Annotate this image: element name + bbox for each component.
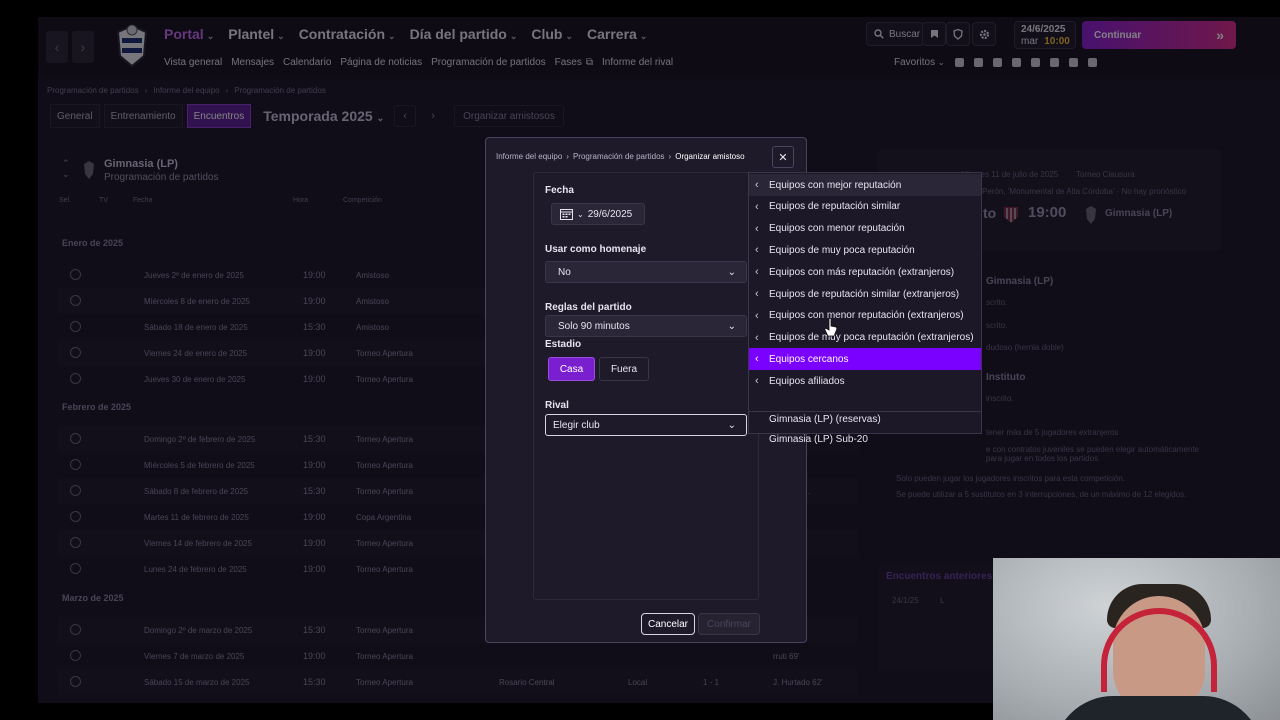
chevron-down-icon: ⌄ [727,266,736,278]
friendly-form: Fecha ⌄ 29/6/2025 Usar como homenaje No … [533,172,759,600]
dropdown-group-item[interactable]: ‹ Equipos cercanos [749,348,981,371]
chevron-down-icon: ⌄ [727,419,736,431]
dropdown-group-item[interactable]: ‹ Equipos afiliados [749,370,981,392]
estadio-label: Estadio [545,339,582,350]
breadcrumb-separator: › [566,152,569,161]
chevron-down-icon: ⌄ [727,320,736,332]
calendar-icon [560,209,573,220]
breadcrumb-separator: › [668,152,672,161]
dialog-breadcrumb-item[interactable]: Organizar amistoso [675,152,744,161]
dropdown-group-item[interactable]: ‹ Equipos con mejor reputación [749,174,981,196]
rival-label: Rival [545,400,569,411]
chevron-left-icon: ‹ [755,244,759,257]
reglas-label: Reglas del partido [545,302,632,313]
dropdown-group-item[interactable]: ‹ Equipos de reputación similar (extranje… [749,283,981,305]
chevron-left-icon: ‹ [755,288,759,300]
cancel-button[interactable]: Cancelar [641,613,695,635]
dropdown-group-item[interactable]: ‹ Equipos de reputación similar [749,196,981,218]
chevron-left-icon: ‹ [755,331,759,344]
dropdown-group-item[interactable]: ‹ Equipos con menor reputación [749,218,981,240]
chevron-left-icon: ‹ [755,266,759,279]
dropdown-group-label: Equipos de muy poca reputación (extranje… [769,332,974,344]
dialog-breadcrumb: Informe del equipo › Programación de parti… [496,152,745,161]
dropdown-group-item[interactable]: ‹ Equipos con más reputación (extranjeros… [749,261,981,283]
confirm-button[interactable]: Confirmar [698,613,760,635]
fecha-label: Fecha [545,185,574,196]
chevron-left-icon: ‹ [755,375,759,388]
chevron-left-icon: ‹ [755,222,759,235]
dropdown-group-label: Equipos de reputación similar (extranjer… [769,288,960,300]
chevron-down-icon: ⌄ [577,209,584,219]
homenaje-select[interactable]: No ⌄ [545,261,747,283]
homenaje-value: No [558,266,571,278]
dropdown-club-item[interactable]: Gimnasia (LP) (reservas) [769,414,881,425]
homenaje-label: Usar como homenaje [545,244,647,255]
reglas-select[interactable]: Solo 90 minutos ⌄ [545,315,747,337]
dropdown-group-label: Equipos con más reputación (extranjeros) [769,266,955,278]
chevron-left-icon: ‹ [755,353,759,366]
fecha-value: 29/6/2025 [587,208,633,220]
dropdown-group-item[interactable]: ‹ Equipos de muy poca reputación (extranj… [749,327,981,349]
close-button[interactable]: ✕ [772,146,794,168]
chevron-left-icon: ‹ [755,179,759,191]
dropdown-group-label: Equipos afiliados [769,375,845,387]
dropdown-group-item[interactable]: ‹ Equipos con menor reputación (extranjer… [749,305,981,327]
dialog-breadcrumb-item[interactable]: Informe del equipo [496,152,562,161]
webcam-overlay [993,558,1280,720]
dropdown-group-label: Equipos cercanos [769,353,849,365]
casa-toggle[interactable]: Casa [548,357,595,381]
rival-select[interactable]: Elegir club ⌄ [545,414,747,436]
reglas-value: Solo 90 minutos [558,320,630,332]
rival-value: Elegir club [553,419,600,431]
dropdown-group-item[interactable]: ‹ Equipos de muy poca reputación [749,239,981,261]
streamer-body [1053,696,1263,720]
dropdown-group-label: Equipos con menor reputación [769,223,905,235]
dropdown-group-label: Equipos con mejor reputación [769,179,902,191]
chevron-left-icon: ‹ [755,200,759,213]
date-picker[interactable]: ⌄ 29/6/2025 [551,203,645,225]
dropdown-group-label: Equipos de muy poca reputación [769,244,915,256]
dropdown-group-label: Equipos con menor reputación (extranjero… [769,310,964,322]
dropdown-club-item[interactable]: Gimnasia (LP) Sub-20 [769,434,868,445]
menu-divider [749,411,981,412]
dialog-breadcrumb-item[interactable]: Programación de partidos [573,152,665,161]
close-icon: ✕ [778,151,788,164]
fuera-toggle[interactable]: Fuera [599,357,649,381]
dropdown-group-label: Equipos de reputación similar [769,201,901,213]
rival-dropdown-menu: ‹ Equipos con mejor reputación ‹ Equipos de… [748,172,982,445]
chevron-left-icon: ‹ [755,309,759,322]
mouse-cursor-icon [824,318,838,337]
